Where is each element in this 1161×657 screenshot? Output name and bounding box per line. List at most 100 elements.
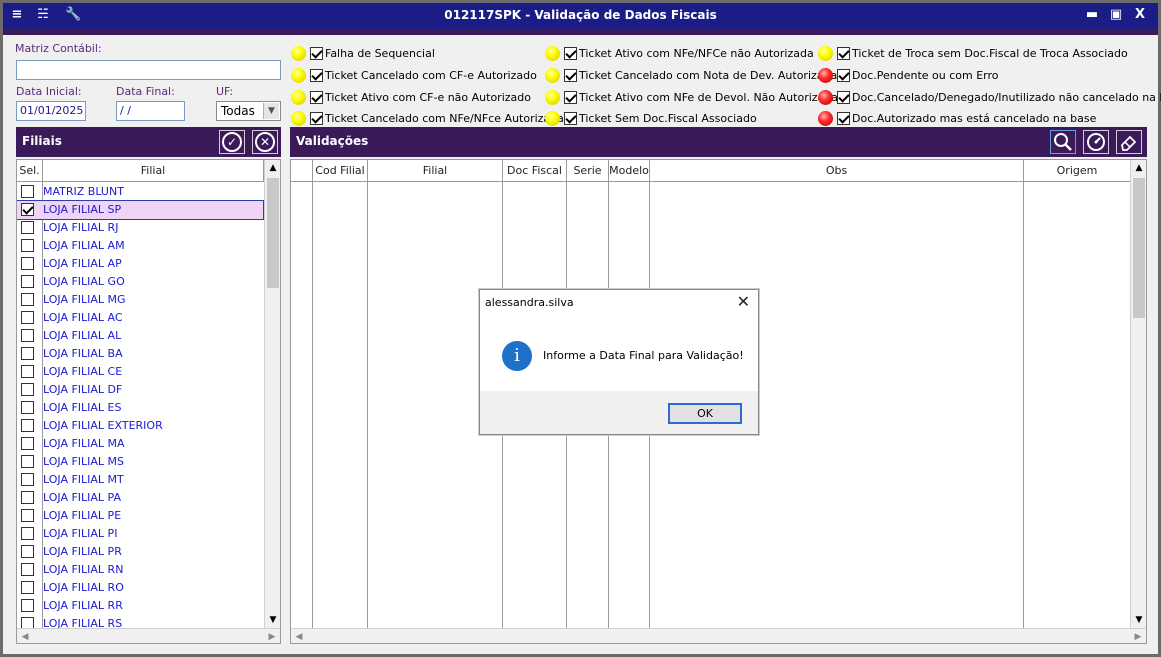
filial-checkbox[interactable] [21,257,34,270]
ok-button[interactable]: OK [668,403,742,424]
close-button[interactable]: X [1129,6,1151,24]
filial-checkbox[interactable] [21,599,34,612]
filial-checkbox[interactable] [21,293,34,306]
col-obs[interactable]: Obs [650,160,1024,182]
legend-checkbox[interactable] [564,90,577,104]
legend-item[interactable]: Doc.Pendente ou com Erro [818,66,999,84]
filial-row[interactable]: LOJA FILIAL AL [17,327,263,345]
filial-row[interactable]: LOJA FILIAL AP [17,255,263,273]
filial-checkbox[interactable] [21,221,34,234]
legend-item[interactable]: Ticket de Troca sem Doc.Fiscal de Troca … [818,44,1128,62]
col-doc-fiscal[interactable]: Doc Fiscal [503,160,567,182]
filial-checkbox[interactable] [21,563,34,576]
legend-item[interactable]: Ticket Ativo com NFe/NFCe não Autorizada [545,44,814,62]
scroll-left-icon[interactable]: ◀ [17,629,33,643]
matriz-input[interactable] [16,60,281,80]
scroll-left-icon[interactable]: ◀ [291,629,307,643]
legend-checkbox[interactable] [310,46,323,60]
chevron-down-icon[interactable]: ▼ [263,103,279,119]
dialog-close-icon[interactable]: ✕ [737,292,750,311]
filial-row[interactable]: LOJA FILIAL BA [17,345,263,363]
col-sel[interactable]: Sel. [17,160,43,182]
filial-checkbox[interactable] [21,581,34,594]
filial-checkbox[interactable] [21,419,34,432]
deselect-all-button[interactable]: ✕ [252,130,278,154]
filial-checkbox[interactable] [21,509,34,522]
eraser-button[interactable] [1116,130,1142,154]
legend-checkbox[interactable] [837,111,850,125]
filial-checkbox[interactable] [21,239,34,252]
filial-row[interactable]: LOJA FILIAL PI [17,525,263,543]
filial-row[interactable]: LOJA FILIAL EXTERIOR [17,417,263,435]
filial-row[interactable]: LOJA FILIAL DF [17,381,263,399]
filial-row[interactable]: LOJA FILIAL RJ [17,219,263,237]
filial-checkbox[interactable] [21,347,34,360]
filial-row[interactable]: LOJA FILIAL CE [17,363,263,381]
legend-item[interactable]: Ticket Ativo com CF-e não Autorizado [291,88,531,106]
scroll-thumb[interactable] [267,178,279,288]
filial-row[interactable]: LOJA FILIAL MG [17,291,263,309]
col-origem[interactable]: Origem [1024,160,1130,182]
filial-row[interactable]: LOJA FILIAL MS [17,453,263,471]
legend-checkbox[interactable] [310,90,323,104]
col-filial[interactable]: Filial [368,160,503,182]
legend-checkbox[interactable] [310,68,323,82]
search-button[interactable] [1050,130,1076,154]
filial-checkbox[interactable] [21,473,34,486]
scroll-up-icon[interactable]: ▲ [265,160,280,176]
filial-checkbox[interactable] [21,275,34,288]
filial-checkbox[interactable] [21,545,34,558]
legend-item[interactable]: Ticket Cancelado com Nota de Dev. Autori… [545,66,837,84]
filial-checkbox[interactable] [21,491,34,504]
filial-checkbox[interactable] [21,383,34,396]
legend-checkbox[interactable] [837,46,850,60]
filial-row[interactable]: MATRIZ BLUNT [17,183,263,201]
filial-row[interactable]: LOJA FILIAL MT [17,471,263,489]
scroll-down-icon[interactable]: ▼ [1131,612,1146,628]
legend-checkbox[interactable] [564,111,577,125]
filial-row[interactable]: LOJA FILIAL PA [17,489,263,507]
filial-row[interactable]: LOJA FILIAL AC [17,309,263,327]
validacoes-vscroll[interactable]: ▲ ▼ [1130,160,1146,628]
legend-item[interactable]: Ticket Sem Doc.Fiscal Associado [545,109,757,127]
filial-row[interactable]: LOJA FILIAL ES [17,399,263,417]
legend-item[interactable]: Ticket Ativo com NFe de Devol. Não Autor… [545,88,838,106]
scroll-right-icon[interactable]: ▶ [264,629,280,643]
validacoes-hscroll[interactable]: ◀ ▶ [291,628,1146,643]
legend-item[interactable]: Doc.Cancelado/Denegado/Inutilizado não c… [818,88,1161,106]
col-cod-filial[interactable]: Cod Filial [313,160,368,182]
legend-item[interactable]: Ticket Cancelado com NFe/NFce Autorizada [291,109,564,127]
filial-checkbox[interactable] [21,401,34,414]
filiais-vscroll[interactable]: ▲ ▼ [264,160,280,628]
scroll-up-icon[interactable]: ▲ [1131,160,1146,176]
filial-checkbox[interactable] [21,311,34,324]
filial-checkbox[interactable] [21,365,34,378]
filial-row[interactable]: LOJA FILIAL RN [17,561,263,579]
filial-checkbox[interactable] [21,329,34,342]
maximize-button[interactable]: ▣ [1105,6,1127,24]
filial-checkbox[interactable] [21,527,34,540]
filiais-hscroll[interactable]: ◀ ▶ [17,628,280,643]
select-all-button[interactable]: ✓ [219,130,245,154]
filial-row[interactable]: LOJA FILIAL RO [17,579,263,597]
filial-row[interactable]: LOJA FILIAL PR [17,543,263,561]
legend-checkbox[interactable] [564,68,577,82]
filial-row[interactable]: LOJA FILIAL PE [17,507,263,525]
legend-checkbox[interactable] [837,68,850,82]
legend-checkbox[interactable] [837,90,850,104]
scroll-right-icon[interactable]: ▶ [1130,629,1146,643]
speedometer-button[interactable] [1083,130,1109,154]
legend-checkbox[interactable] [564,46,577,60]
scroll-down-icon[interactable]: ▼ [265,612,280,628]
col-serie[interactable]: Serie [567,160,609,182]
filial-row[interactable]: LOJA FILIAL AM [17,237,263,255]
col-indicator[interactable] [291,160,313,182]
filial-checkbox[interactable] [21,455,34,468]
legend-item[interactable]: Ticket Cancelado com CF-e Autorizado [291,66,537,84]
minimize-button[interactable]: ▬ [1081,6,1103,24]
filial-checkbox[interactable] [21,437,34,450]
uf-select[interactable]: Todas ▼ [216,101,281,121]
col-modelo[interactable]: Modelo [609,160,650,182]
data-final-input[interactable]: / / [116,101,185,121]
col-filial[interactable]: Filial [43,160,264,182]
